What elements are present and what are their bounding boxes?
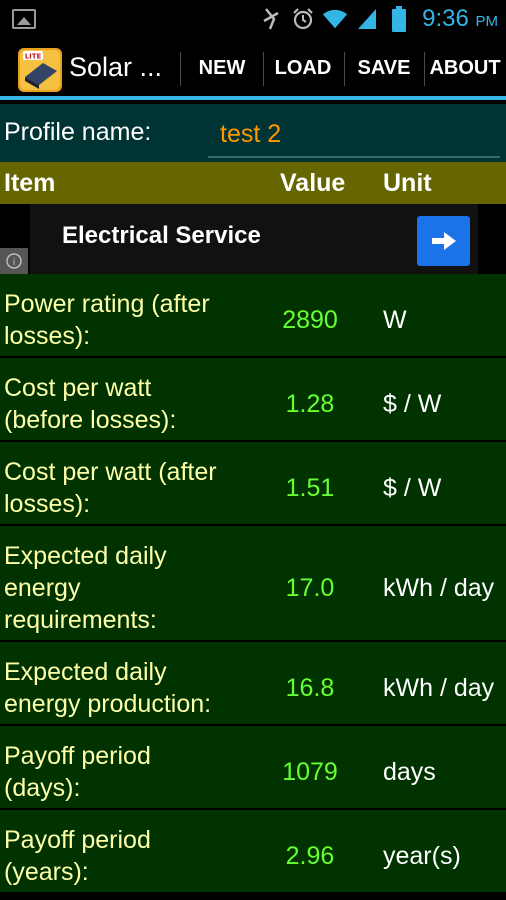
menu-divider <box>424 52 425 86</box>
row-value: 1.28 <box>285 390 335 418</box>
table-row: Expected daily energy requirements: 17.0 k… <box>0 526 506 642</box>
load-button[interactable]: LOAD <box>267 50 339 86</box>
app-icon-badge: LITE <box>25 53 42 61</box>
wifi-icon <box>322 6 348 32</box>
column-header-value: Value <box>280 169 346 197</box>
ad-arrow-icon[interactable] <box>417 216 470 266</box>
table-row: Payoff period (years): 2.96 year(s) <box>0 810 506 894</box>
results-table: Power rating (after losses): 2890 W Cost … <box>0 274 506 894</box>
svg-text:i: i <box>13 257 16 268</box>
action-bar: LITE Solar ... NEW LOAD SAVE ABOUT <box>0 38 506 100</box>
menu-divider <box>180 52 181 86</box>
table-row: Cost per watt (before losses): 1.28 $ / W <box>0 358 506 442</box>
new-button[interactable]: NEW <box>186 50 258 86</box>
column-header-item: Item <box>4 169 56 197</box>
row-value: 1.51 <box>285 474 335 502</box>
row-item-label: Cost per watt (after losses): <box>4 458 217 518</box>
row-unit: $ / W <box>383 474 442 502</box>
mute-icon <box>258 6 284 32</box>
row-unit: days <box>383 758 436 786</box>
alarm-icon <box>290 6 316 32</box>
row-value: 2.96 <box>285 842 335 870</box>
save-button[interactable]: SAVE <box>348 50 420 86</box>
row-value: 16.8 <box>285 674 335 702</box>
row-value: 2890 <box>282 306 338 334</box>
row-value: 17.0 <box>285 574 335 602</box>
row-item-label: Cost per watt (before losses): <box>4 374 177 434</box>
battery-icon <box>386 6 412 32</box>
row-unit: kWh / day <box>383 674 495 702</box>
row-item-label: Power rating (after losses): <box>4 290 210 350</box>
profile-name-input[interactable]: test 2 <box>208 112 500 158</box>
row-item-label: Expected daily energy requirements: <box>4 542 167 634</box>
ad-content[interactable]: Electrical Service <box>30 204 478 274</box>
row-item-label: Payoff period (years): <box>4 826 151 886</box>
signal-icon <box>354 6 380 32</box>
row-unit: W <box>383 306 407 334</box>
table-row: Power rating (after losses): 2890 W <box>0 274 506 358</box>
table-row: Payoff period (days): 1079 days <box>0 726 506 810</box>
clock: 9:36 PM <box>422 5 498 32</box>
column-header-unit: Unit <box>383 169 432 197</box>
row-value: 1079 <box>282 758 338 786</box>
row-item-label: Payoff period (days): <box>4 742 151 802</box>
row-item-label: Expected daily energy production: <box>4 658 212 718</box>
row-unit: year(s) <box>383 842 461 870</box>
ad-text: Electrical Service <box>62 222 261 249</box>
app-title: Solar ... <box>69 52 163 82</box>
status-bar: 9:36 PM <box>0 0 506 38</box>
row-unit: kWh / day <box>383 574 495 602</box>
profile-name-label: Profile name: <box>4 118 152 146</box>
profile-name-value: test 2 <box>220 120 282 148</box>
ad-info-icon[interactable]: i <box>0 248 28 274</box>
app-logo-icon[interactable]: LITE <box>17 47 63 93</box>
profile-row: Profile name: test 2 <box>0 104 506 162</box>
table-row: Cost per watt (after losses): 1.51 $ / W <box>0 442 506 526</box>
row-unit: $ / W <box>383 390 442 418</box>
menu-divider <box>344 52 345 86</box>
table-header: Item Value Unit <box>0 162 506 204</box>
table-row: Expected daily energy production: 16.8 kW… <box>0 642 506 726</box>
menu-divider <box>263 52 264 86</box>
about-button[interactable]: ABOUT <box>428 50 502 86</box>
gallery-icon <box>12 9 36 29</box>
ad-banner[interactable]: Electrical Service <box>0 204 506 274</box>
